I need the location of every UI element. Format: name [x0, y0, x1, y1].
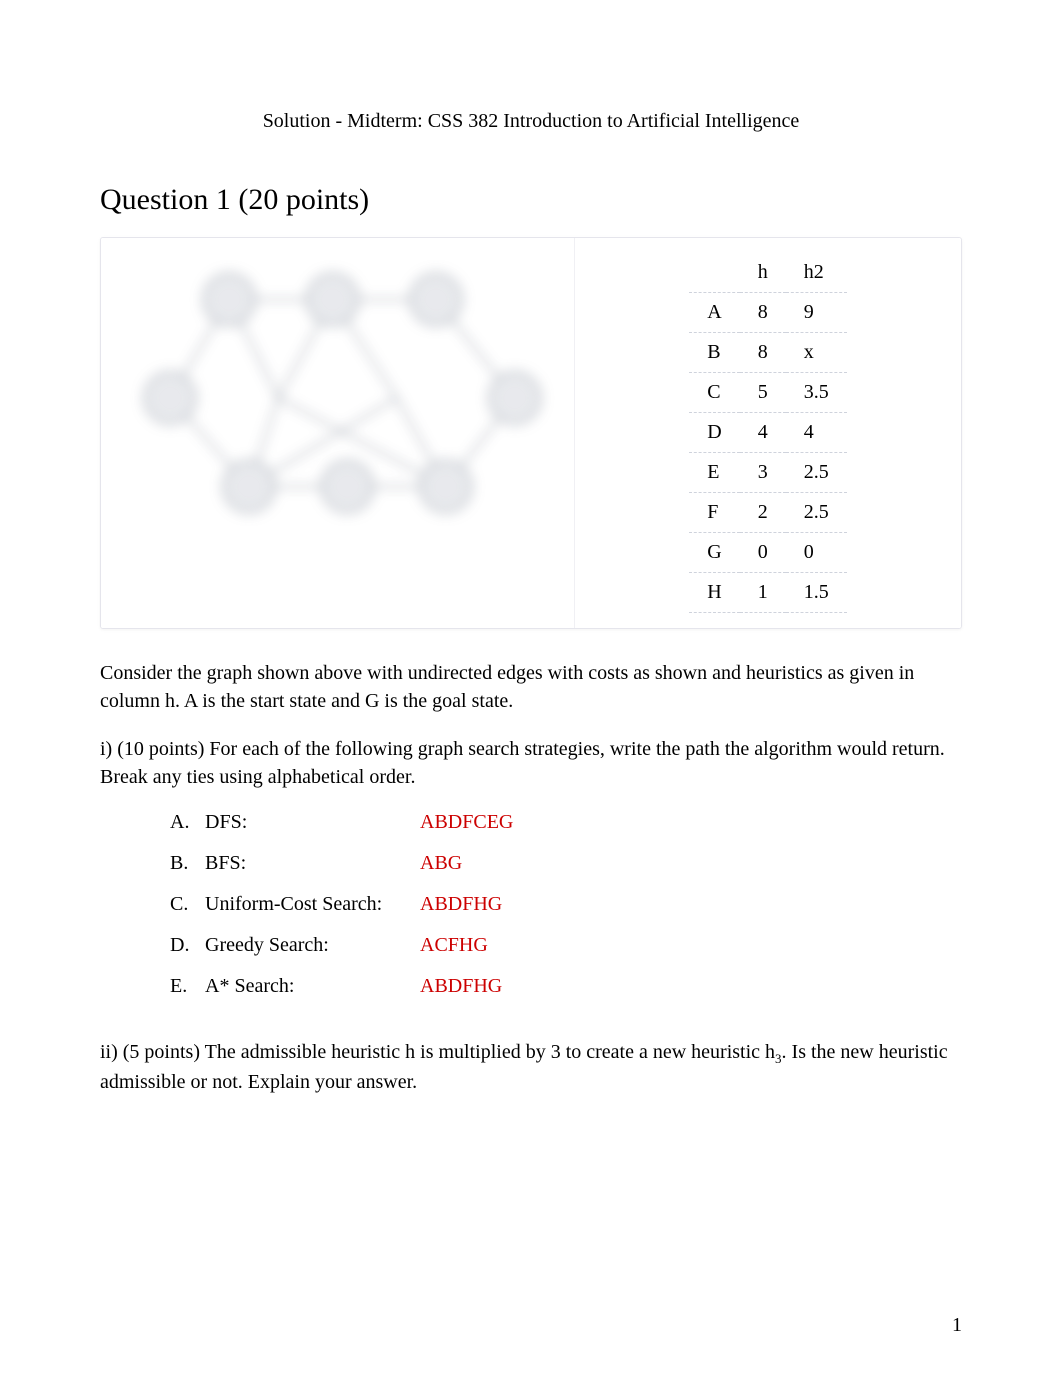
- item-letter: C.: [170, 893, 205, 916]
- algorithm-answers: A. DFS: ABDFCEG B. BFS: ABG C. Uniform-C…: [170, 811, 962, 998]
- item-letter: B.: [170, 852, 205, 875]
- cell-node: B: [689, 333, 739, 373]
- col-h2: h2: [786, 253, 847, 293]
- cell-node: A: [689, 293, 739, 333]
- item-answer: ABDFHG: [420, 893, 502, 916]
- col-node: [689, 253, 739, 293]
- list-item: C. Uniform-Cost Search: ABDFHG: [170, 893, 962, 916]
- cell-h: 8: [740, 293, 786, 333]
- cell-h2: 3.5: [786, 373, 847, 413]
- item-label: BFS:: [205, 852, 420, 875]
- part-ii-prompt: ii) (5 points) The admissible heuristic …: [100, 1038, 962, 1096]
- graph-figure: [101, 238, 574, 628]
- table-row: F 2 2.5: [689, 493, 846, 533]
- table-row: C 5 3.5: [689, 373, 846, 413]
- item-label: Greedy Search:: [205, 934, 420, 957]
- cell-h: 2: [740, 493, 786, 533]
- item-letter: E.: [170, 975, 205, 998]
- cell-h: 5: [740, 373, 786, 413]
- heuristics-table: h h2 A 8 9 B 8 x C 5 3.5: [689, 253, 846, 613]
- list-item: E. A* Search: ABDFHG: [170, 975, 962, 998]
- cell-h2: 1.5: [786, 573, 847, 613]
- cell-node: D: [689, 413, 739, 453]
- cell-h: 3: [740, 453, 786, 493]
- cell-h2: 2.5: [786, 493, 847, 533]
- cell-h2: 2.5: [786, 453, 847, 493]
- cell-node: G: [689, 533, 739, 573]
- heuristics-panel: h h2 A 8 9 B 8 x C 5 3.5: [574, 238, 961, 628]
- cell-h: 1: [740, 573, 786, 613]
- table-row: B 8 x: [689, 333, 846, 373]
- cell-h2: x: [786, 333, 847, 373]
- page-number: 1: [952, 1314, 962, 1337]
- figure-container: h h2 A 8 9 B 8 x C 5 3.5: [100, 237, 962, 629]
- item-answer: ABG: [420, 852, 462, 875]
- cell-node: C: [689, 373, 739, 413]
- table-row: G 0 0: [689, 533, 846, 573]
- item-answer: ABDFCEG: [420, 811, 513, 834]
- col-h: h: [740, 253, 786, 293]
- list-item: D. Greedy Search: ACFHG: [170, 934, 962, 957]
- cell-node: H: [689, 573, 739, 613]
- item-label: DFS:: [205, 811, 420, 834]
- item-answer: ABDFHG: [420, 975, 502, 998]
- part-i-prompt: i) (10 points) For each of the following…: [100, 735, 962, 791]
- list-item: B. BFS: ABG: [170, 852, 962, 875]
- table-row: E 3 2.5: [689, 453, 846, 493]
- item-label: A* Search:: [205, 975, 420, 998]
- part-ii-pre: ii) (5 points) The admissible heuristic …: [100, 1041, 775, 1063]
- cell-h: 4: [740, 413, 786, 453]
- item-answer: ACFHG: [420, 934, 488, 957]
- cell-h: 8: [740, 333, 786, 373]
- item-letter: D.: [170, 934, 205, 957]
- cell-node: F: [689, 493, 739, 533]
- question-heading: Question 1 (20 points): [100, 183, 962, 217]
- table-header-row: h h2: [689, 253, 846, 293]
- graph-blurred-image: [111, 248, 564, 548]
- cell-node: E: [689, 453, 739, 493]
- intro-paragraph: Consider the graph shown above with undi…: [100, 659, 962, 715]
- document-header: Solution - Midterm: CSS 382 Introduction…: [100, 110, 962, 133]
- table-row: D 4 4: [689, 413, 846, 453]
- item-letter: A.: [170, 811, 205, 834]
- cell-h2: 4: [786, 413, 847, 453]
- list-item: A. DFS: ABDFCEG: [170, 811, 962, 834]
- cell-h2: 9: [786, 293, 847, 333]
- table-row: A 8 9: [689, 293, 846, 333]
- cell-h2: 0: [786, 533, 847, 573]
- cell-h: 0: [740, 533, 786, 573]
- table-row: H 1 1.5: [689, 573, 846, 613]
- item-label: Uniform-Cost Search:: [205, 893, 420, 916]
